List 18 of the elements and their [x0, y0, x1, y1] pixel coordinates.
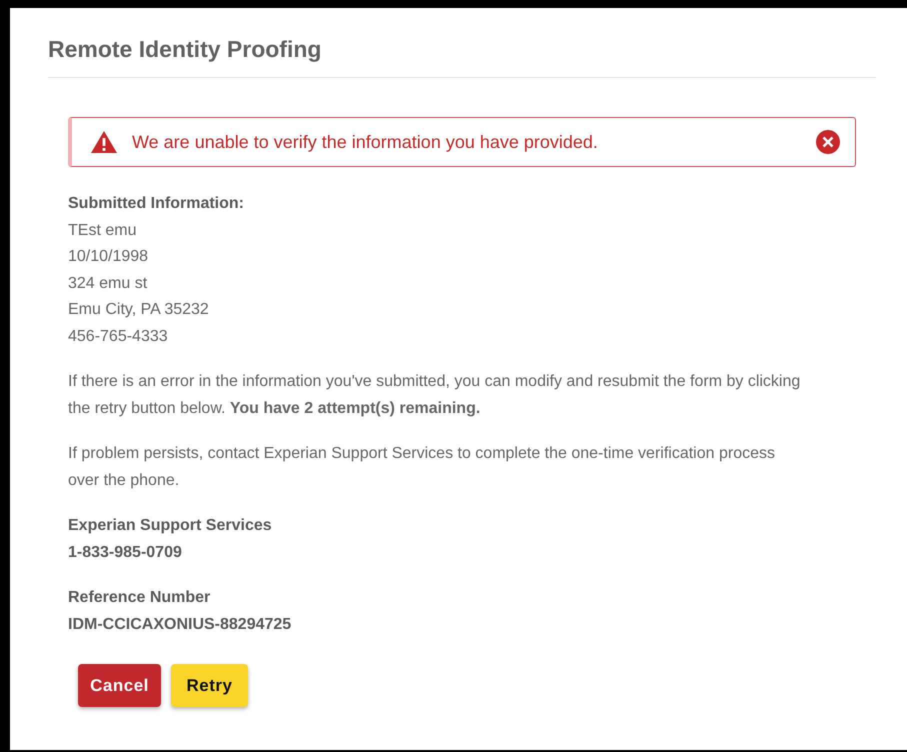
- action-button[interactable]: Retry: [171, 664, 248, 707]
- close-icon[interactable]: [815, 129, 841, 155]
- contact-label: Reference Number: [68, 588, 212, 608]
- submitted-line: 10/10/1998: [68, 247, 150, 267]
- contact-value: 1-833-985-0709: [68, 543, 183, 563]
- contact-label: Experian Support Services: [68, 516, 273, 536]
- info-paragraph: If there is an error in the information you've submitted, you can modify and resubmit the form by clicking the retry button below. You have 2 attempt(s) remaining.: [68, 372, 802, 419]
- action-button[interactable]: Cancel: [78, 664, 161, 707]
- warning-icon: [90, 130, 118, 154]
- page-title: Remote Identity Proofing: [48, 36, 876, 78]
- submitted-line: 456-765-4333: [68, 326, 169, 346]
- contact-value: IDM-CCICAXONIUS-88294725: [68, 615, 292, 635]
- submitted-label: Submitted Information:: [68, 194, 245, 214]
- alert-message: We are unable to verify the information you have provided.: [132, 132, 599, 152]
- submitted-line: 324 emu st: [68, 274, 148, 294]
- submitted-line: Emu City, PA 35232: [68, 300, 210, 320]
- submitted-line: TEst emu: [68, 220, 138, 240]
- info-paragraph: If problem persists, contact Experian Support Services to complete the one-time verification process over the phone.: [68, 444, 776, 491]
